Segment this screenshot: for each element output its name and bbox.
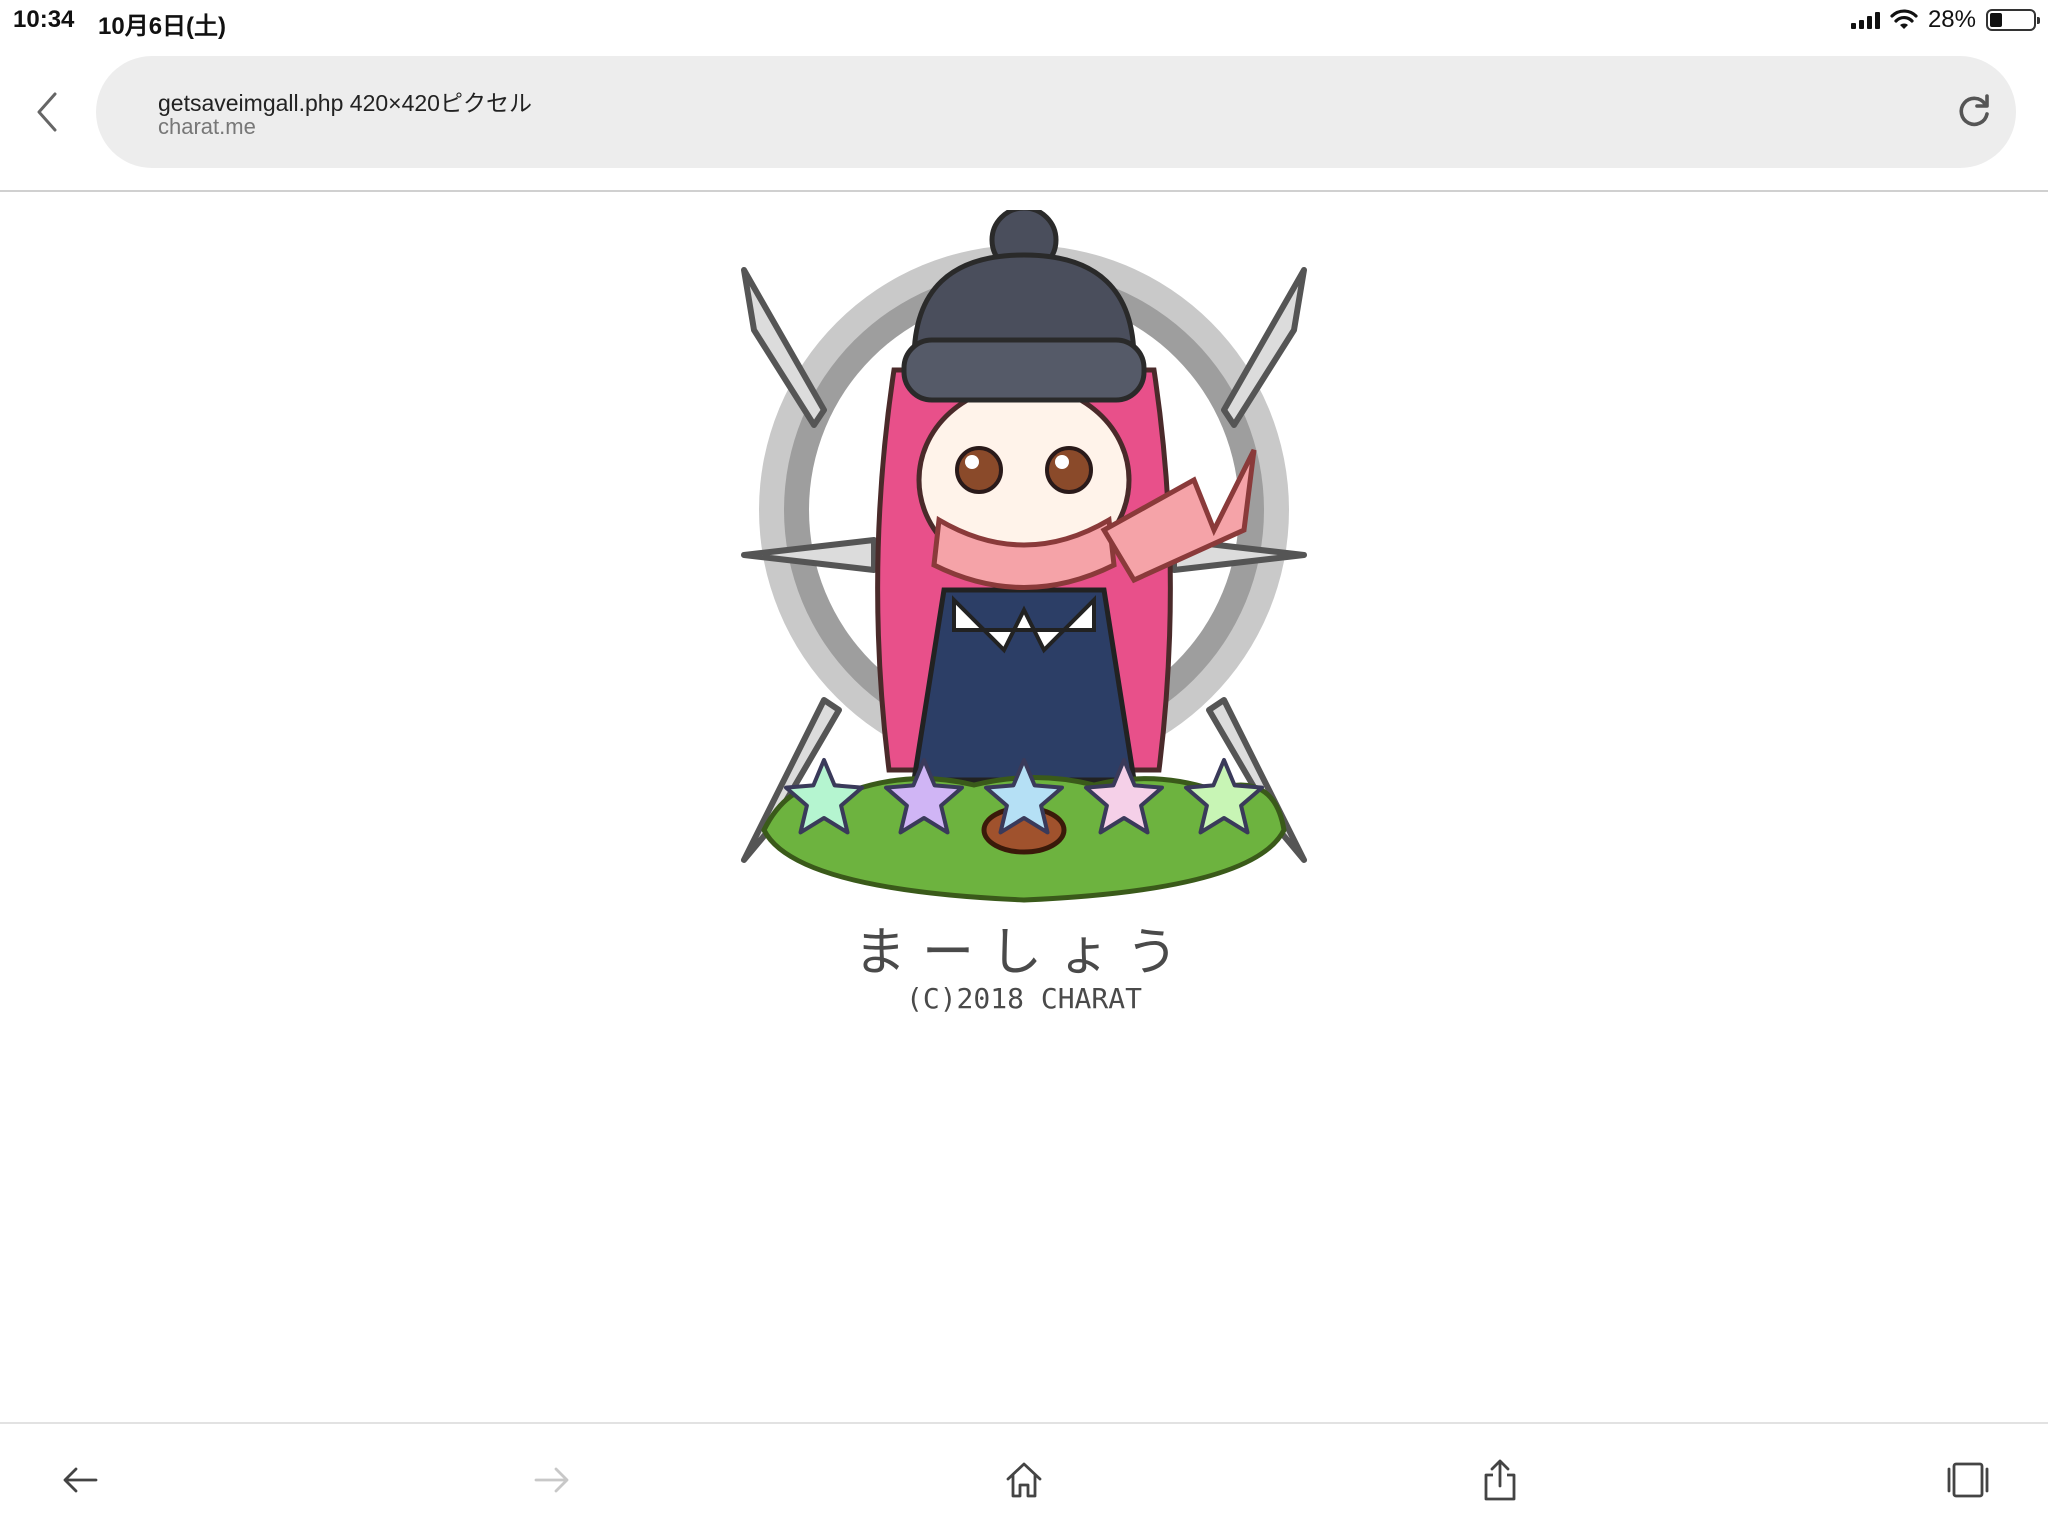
chevron-left-icon <box>37 92 57 132</box>
cellular-signal-icon <box>1850 11 1880 29</box>
reload-button[interactable] <box>1952 90 1996 134</box>
status-bar: 10:34 10月6日(土) 28% <box>0 0 2048 40</box>
reload-icon <box>1959 94 1989 127</box>
battery-icon <box>1986 9 2040 31</box>
wifi-icon <box>1890 9 1918 29</box>
back-button[interactable] <box>30 88 64 136</box>
character-illustration <box>741 205 1307 903</box>
home-icon <box>1006 1462 1042 1498</box>
address-bar[interactable]: getsaveimgall.php 420×420ピクセル charat.me <box>96 56 2016 168</box>
share-button[interactable] <box>1472 1452 1528 1508</box>
bottom-toolbar <box>0 1424 2048 1536</box>
back-nav-button[interactable] <box>52 1452 108 1508</box>
battery-fill <box>1990 13 2002 27</box>
status-time: 10:34 <box>13 6 75 33</box>
character-name: まーしょう <box>853 924 1194 982</box>
status-date: 10月6日(土) <box>98 13 227 40</box>
back-arrow-icon <box>63 1467 98 1493</box>
displayed-image: まーしょう (C)2018 CHARAT <box>714 205 1334 1030</box>
status-indicators: 28% <box>1850 5 2040 35</box>
forward-arrow-icon <box>534 1467 569 1493</box>
share-icon <box>1484 1459 1516 1501</box>
address-divider <box>0 190 2048 192</box>
battery-percent: 28% <box>1927 6 1976 33</box>
tabs-icon <box>1947 1462 1989 1498</box>
page-title: getsaveimgall.php 420×420ピクセル <box>158 90 532 116</box>
tabs-button[interactable] <box>1940 1452 1996 1508</box>
forward-nav-button[interactable] <box>524 1452 580 1508</box>
copyright-text: (C)2018 CHARAT <box>905 982 1142 1015</box>
page-host: charat.me <box>158 114 256 139</box>
home-button[interactable] <box>996 1452 1052 1508</box>
